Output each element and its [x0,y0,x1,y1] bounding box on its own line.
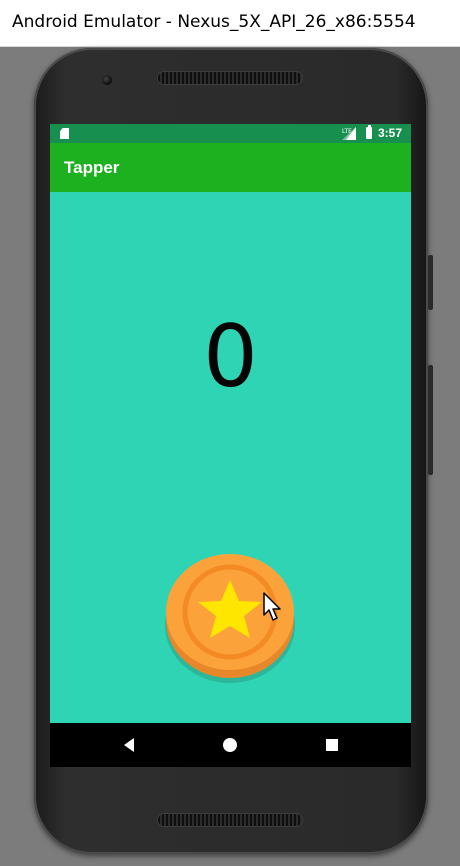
top-speaker [158,72,302,84]
device-screen: LTE 3:57 Tapper 0 [50,124,411,767]
battery-icon [366,125,372,139]
front-camera-icon [102,75,112,85]
app-title: Tapper [64,158,120,177]
bottom-speaker [158,814,302,826]
status-time: 3:57 [378,126,403,140]
status-bar: LTE 3:57 [50,124,411,143]
window-titlebar: Android Emulator - Nexus_5X_API_26_x86:5… [0,0,460,47]
network-type: LTE [342,128,352,135]
tap-counter: 0 [203,307,258,407]
power-button[interactable] [428,255,433,310]
window-title: Android Emulator - Nexus_5X_API_26_x86:5… [12,12,416,32]
recents-icon[interactable] [322,735,342,755]
app-bar: Tapper [50,143,411,192]
coin-button[interactable] [164,552,296,684]
volume-button[interactable] [428,365,433,475]
sd-card-icon [60,128,69,139]
navigation-bar [50,723,411,767]
home-icon[interactable] [220,735,240,755]
signal-icon: LTE [342,127,356,140]
back-icon[interactable] [120,735,140,755]
